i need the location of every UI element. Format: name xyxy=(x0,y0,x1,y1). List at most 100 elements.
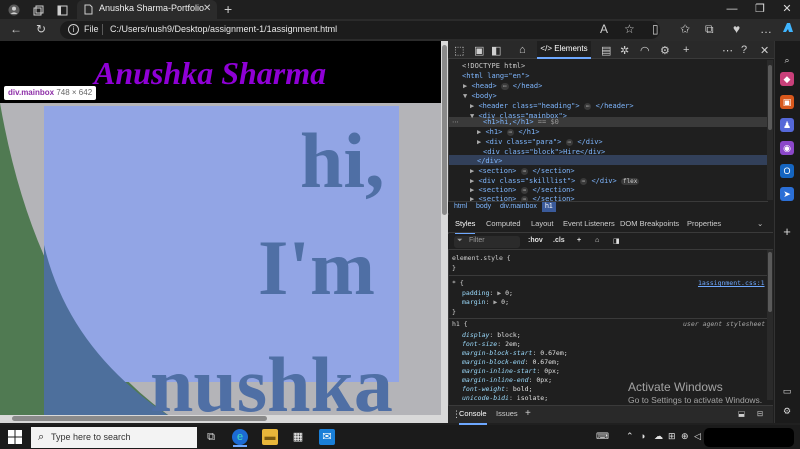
new-tab-button[interactable]: + xyxy=(224,1,232,17)
expanded-triangle-icon[interactable]: ▼ xyxy=(463,92,467,100)
hover-state-toggle[interactable]: :hov xyxy=(528,237,543,244)
sidebar-drop-icon[interactable]: ➤ xyxy=(780,187,794,201)
css-h1-prop[interactable]: margin-inline-start: 0px; xyxy=(462,367,560,376)
drawer-add-tab-icon[interactable]: + xyxy=(525,405,531,423)
cloud-icon[interactable]: ☁ xyxy=(654,431,663,442)
collapsed-triangle-icon[interactable]: ▶ xyxy=(470,167,474,175)
ellipsis-badge[interactable]: ⋯ xyxy=(500,83,509,90)
help-icon[interactable]: ? xyxy=(741,44,747,56)
dom-h1-second[interactable]: ▶ <h1> ⋯ </h1> xyxy=(477,127,539,137)
subtab-properties[interactable]: Properties xyxy=(687,215,721,233)
page-horizontal-scroll-thumb[interactable] xyxy=(12,416,267,421)
breadcrumb-html[interactable]: html xyxy=(451,202,470,212)
dom-body[interactable]: ▼ <body> xyxy=(463,91,497,101)
css-h1-prop[interactable]: display: block; xyxy=(462,331,521,340)
devtools-close-icon[interactable]: ✕ xyxy=(760,44,769,57)
css-star-source-link[interactable]: 1assignment.css:1 xyxy=(698,279,765,287)
file-explorer-icon[interactable]: ▬ xyxy=(262,429,278,445)
collapsed-triangle-icon[interactable]: ▶ xyxy=(470,102,474,110)
page-vertical-scroll-thumb[interactable] xyxy=(442,45,447,215)
sidebar-m365-icon[interactable]: ◉ xyxy=(780,141,794,155)
task-view-icon[interactable]: ⧉ xyxy=(203,429,219,445)
ellipsis-badge[interactable]: ⋯ xyxy=(579,178,588,185)
sidebar-games-icon[interactable]: ♟ xyxy=(780,118,794,132)
styles-filter-input[interactable] xyxy=(454,236,520,248)
devtools-tab-elements[interactable]: </> Elements xyxy=(537,41,591,59)
subtab-layout[interactable]: Layout xyxy=(531,215,554,233)
refresh-icon[interactable]: ↻ xyxy=(36,22,46,36)
keyboard-icon[interactable]: ⌨ xyxy=(596,431,609,442)
ellipsis-badge[interactable]: ⋯ xyxy=(583,103,592,110)
new-style-rule-icon[interactable]: + xyxy=(577,237,581,244)
dom-h1-selected[interactable]: <h1>hi,</h1> == $0 xyxy=(483,117,559,127)
ellipsis-badge[interactable]: ⋯ xyxy=(520,168,529,175)
css-h1-prop[interactable]: margin-block-start: 0.67em; xyxy=(462,349,568,358)
windows-start-icon[interactable] xyxy=(8,430,22,444)
subtab-dom-breakpoints[interactable]: DOM Breakpoints xyxy=(620,215,679,233)
subtab-event-listeners[interactable]: Event Listeners xyxy=(563,215,615,233)
favorites-icon[interactable]: ✩ xyxy=(680,22,690,36)
microsoft-store-icon[interactable]: ▦ xyxy=(290,429,306,445)
read-aloud-icon[interactable]: A xyxy=(600,22,608,36)
sidebar-hide-icon[interactable]: ▭ xyxy=(780,384,794,398)
drawer-tab-issues[interactable]: Issues xyxy=(496,405,518,423)
dom-tree-scroll-thumb[interactable] xyxy=(768,65,772,130)
breadcrumb-h1[interactable]: h1 xyxy=(542,202,556,212)
subtabs-overflow-chevron-icon[interactable]: ⌄ xyxy=(757,215,763,233)
css-h1-prop[interactable]: margin-inline-end: 0px; xyxy=(462,376,552,385)
inspect-element-icon[interactable]: ⬚ xyxy=(454,44,464,57)
site-info-icon[interactable]: i xyxy=(68,24,79,35)
css-star-prop-margin[interactable]: margin: ▶ 0; xyxy=(462,298,509,307)
css-element-style[interactable]: element.style { xyxy=(452,254,511,263)
computed-sidebar-icon[interactable]: ◨ xyxy=(613,237,620,245)
css-h1-prop[interactable]: unicode-bidi: isolate; xyxy=(462,394,548,403)
tray-app-icon[interactable]: ◑ xyxy=(640,431,645,441)
welcome-home-icon[interactable]: ⌂ xyxy=(519,44,526,56)
performance-icon[interactable]: ⚙ xyxy=(660,44,670,57)
paint-bucket-icon[interactable]: ⌂ xyxy=(595,237,599,244)
sidebar-outlook-icon[interactable]: O xyxy=(780,164,794,178)
tab-actions-icon[interactable] xyxy=(54,2,70,18)
dom-div-para[interactable]: ▶ <div class="para"> ⋯ </div> xyxy=(477,137,603,147)
dom-head[interactable]: ▶ <head> ⋯ </head> xyxy=(463,81,542,91)
drawer-close-icon[interactable]: ⊟ xyxy=(757,405,763,423)
breadcrumb-body[interactable]: body xyxy=(473,202,494,212)
back-icon[interactable]: ← xyxy=(10,22,22,36)
css-star-prop-padding[interactable]: padding: ▶ 0; xyxy=(462,289,513,298)
collapsed-triangle-icon[interactable]: ▶ xyxy=(477,128,481,136)
sidebar-settings-gear-icon[interactable]: ⚙ xyxy=(780,404,794,418)
breadcrumb-mainbox[interactable]: div.mainbox xyxy=(497,202,540,212)
close-window-button[interactable]: ✕ xyxy=(773,1,800,18)
sources-bug-icon[interactable]: ✲ xyxy=(620,44,629,57)
css-star-selector[interactable]: * { xyxy=(452,279,464,288)
workspaces-icon[interactable] xyxy=(30,2,46,18)
sidebar-shopping-icon[interactable]: ◆ xyxy=(780,72,794,86)
globe-icon[interactable]: ⊕ xyxy=(681,431,689,442)
drawer-dock-icon[interactable]: ⬓ xyxy=(738,405,745,423)
show-hidden-icons-chevron-icon[interactable]: ⌃ xyxy=(626,431,634,442)
mail-icon[interactable]: ✉ xyxy=(319,429,335,445)
styles-scroll-thumb[interactable] xyxy=(768,252,772,312)
ellipsis-badge[interactable]: ⋯ xyxy=(520,187,529,194)
extension-icon[interactable]: ♥ xyxy=(733,22,740,36)
sidebar-add-icon[interactable]: + xyxy=(780,225,794,239)
collapsed-triangle-icon[interactable]: ▶ xyxy=(477,138,481,146)
volume-icon[interactable]: ◁ xyxy=(694,431,701,442)
profile-icon[interactable] xyxy=(6,2,22,18)
expanded-triangle-icon[interactable]: ▼ xyxy=(470,112,474,120)
devtools-more-icon[interactable]: ⋯ xyxy=(722,44,733,57)
dom-html[interactable]: <html lang="en"> xyxy=(462,71,529,81)
flex-badge[interactable]: flex xyxy=(620,178,640,185)
class-toggle[interactable]: .cls xyxy=(553,237,565,244)
maximize-button[interactable]: ❐ xyxy=(746,1,774,18)
favorite-star-icon[interactable]: ☆ xyxy=(624,22,635,36)
css-h1-prop[interactable]: margin-block-end: 0.67em; xyxy=(462,358,560,367)
subtab-computed[interactable]: Computed xyxy=(486,215,521,233)
minimize-button[interactable]: — xyxy=(718,1,746,18)
ellipsis-badge[interactable]: ⋯ xyxy=(506,129,515,136)
network-wifi-icon[interactable]: ◠ xyxy=(640,44,650,57)
device-toolbar-icon[interactable]: ▣ xyxy=(474,44,484,57)
copilot-icon[interactable] xyxy=(781,21,795,35)
dom-doctype[interactable]: <!DOCTYPE html> xyxy=(462,61,525,71)
css-h1-selector[interactable]: h1 { xyxy=(452,320,468,329)
